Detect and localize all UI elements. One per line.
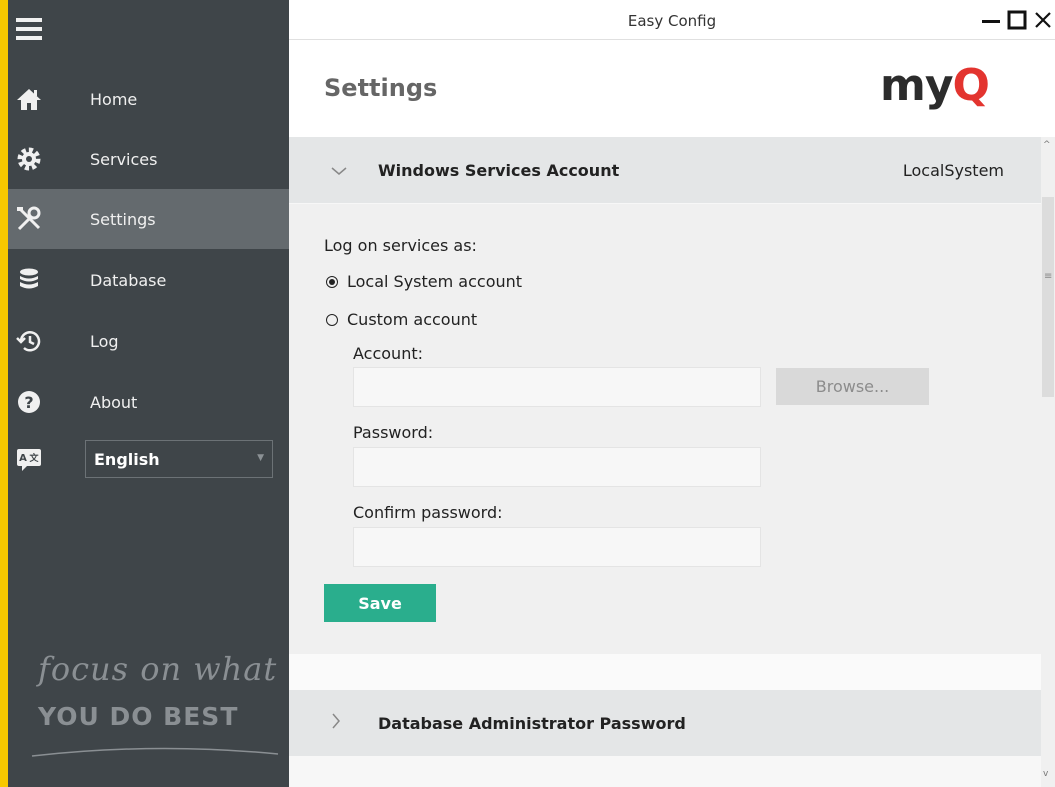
sidebar-item-log[interactable]: Log: [8, 311, 289, 371]
sidebar-item-label: Database: [90, 270, 167, 290]
tools-icon: [16, 206, 42, 232]
title-bar: Easy Config: [289, 0, 1055, 38]
sidebar-item-about[interactable]: ? About: [8, 372, 289, 432]
sidebar-item-label: Services: [90, 149, 158, 169]
chevron-down-icon: ▼: [257, 453, 264, 463]
save-button[interactable]: Save: [324, 584, 436, 622]
svg-text:文: 文: [28, 452, 39, 464]
logo-text: my: [880, 60, 954, 111]
tagline-line2: YOU DO BEST: [38, 702, 239, 731]
settings-content: Windows Services Account LocalSystem Log…: [289, 137, 1041, 787]
section-header-database-admin[interactable]: Database Administrator Password: [289, 690, 1041, 756]
sidebar-item-home[interactable]: Home: [8, 69, 289, 129]
language-select[interactable]: English ▼: [85, 440, 273, 478]
maximize-icon[interactable]: [1005, 6, 1029, 34]
radio-button[interactable]: [326, 313, 338, 326]
windows-services-panel: Log on services as: Local System account…: [289, 204, 1041, 654]
section-title: Windows Services Account: [378, 160, 620, 180]
section-value: LocalSystem: [902, 160, 1004, 180]
sidebar-item-settings[interactable]: Settings: [8, 189, 289, 249]
scroll-thumb[interactable]: [1042, 197, 1054, 397]
radio-custom-account[interactable]: Custom account: [326, 310, 477, 329]
scroll-grip-icon: ≡: [1044, 271, 1053, 282]
myq-logo: myQ: [880, 60, 990, 111]
svg-text:A: A: [19, 453, 27, 464]
vertical-scrollbar[interactable]: ^ ≡ v: [1041, 137, 1055, 787]
password-field[interactable]: [353, 447, 761, 487]
svg-text:?: ?: [24, 393, 33, 412]
tagline-swoosh: [31, 747, 279, 757]
sidebar-item-services[interactable]: Services: [8, 129, 289, 189]
minimize-icon[interactable]: [979, 6, 1003, 34]
logo-accent: Q: [952, 60, 990, 111]
sidebar-item-label: Home: [90, 89, 138, 109]
tagline-line1: focus on what: [38, 650, 278, 688]
hamburger-menu-icon[interactable]: [16, 18, 42, 45]
home-icon: [16, 86, 42, 112]
section-title: Database Administrator Password: [378, 713, 686, 733]
gear-icon: [16, 146, 42, 172]
page-title: Settings: [324, 74, 438, 102]
sidebar-item-label: Log: [90, 331, 119, 351]
chevron-right-icon: [331, 713, 341, 733]
radio-local-system[interactable]: Local System account: [326, 272, 522, 291]
log-on-label: Log on services as:: [324, 236, 477, 255]
password-label: Password:: [353, 423, 434, 442]
scroll-up-icon[interactable]: ^: [1043, 140, 1051, 150]
radio-label: Local System account: [347, 272, 523, 291]
database-icon: [16, 267, 42, 293]
radio-button[interactable]: [326, 275, 338, 288]
history-icon: [16, 328, 42, 354]
confirm-password-label: Confirm password:: [353, 503, 503, 522]
translate-icon: A文: [16, 447, 42, 473]
sidebar-item-label: About: [90, 392, 138, 412]
window-title: Easy Config: [627, 12, 717, 30]
account-field[interactable]: [353, 367, 761, 407]
sidebar-item-database[interactable]: Database: [8, 250, 289, 310]
account-label: Account:: [353, 344, 423, 363]
sidebar-item-label: Settings: [90, 209, 156, 229]
browse-button[interactable]: Browse...: [776, 368, 929, 405]
window-edge-strip: [0, 0, 8, 787]
confirm-password-field[interactable]: [353, 527, 761, 567]
close-icon[interactable]: [1031, 6, 1055, 34]
sidebar: Home Services Settings Database Log ? Ab…: [8, 0, 289, 787]
question-icon: ?: [16, 389, 42, 415]
chevron-down-icon: [331, 161, 347, 180]
radio-label: Custom account: [347, 310, 478, 329]
language-select-value: English: [94, 449, 160, 469]
title-divider: [289, 39, 1055, 40]
section-header-windows-services[interactable]: Windows Services Account LocalSystem: [289, 137, 1041, 203]
section-gap: [289, 654, 1041, 690]
scroll-down-icon[interactable]: v: [1043, 769, 1048, 779]
